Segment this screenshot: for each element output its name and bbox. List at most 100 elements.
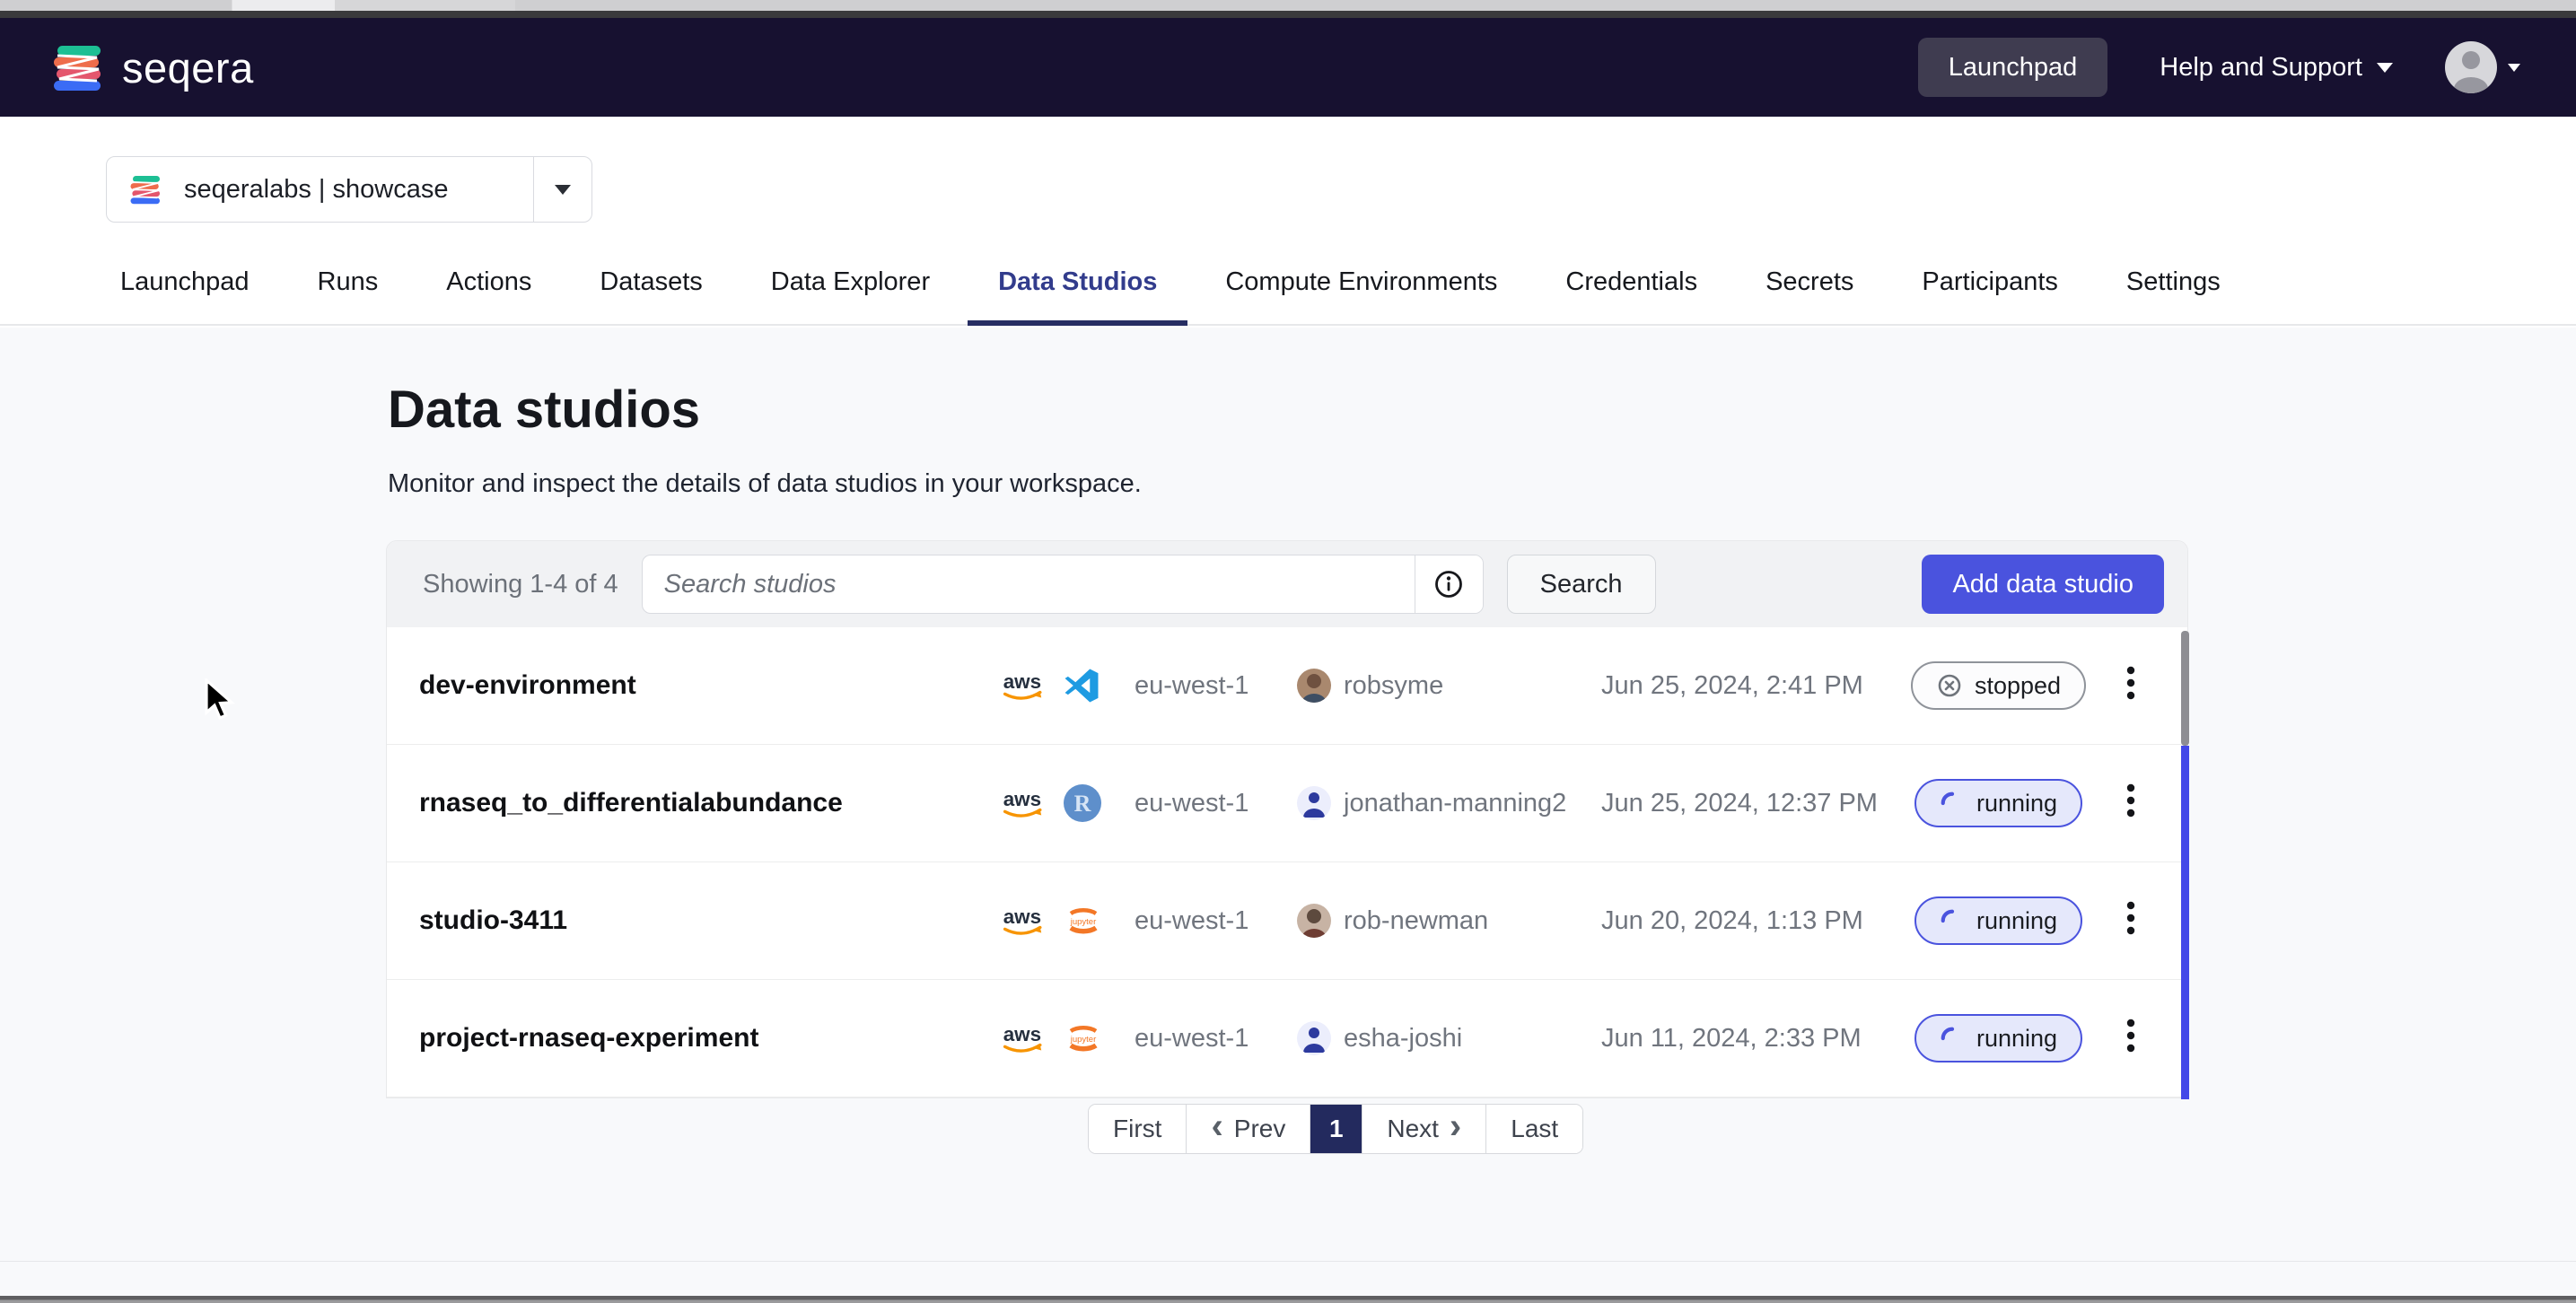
- jupyter-icon: jupyter: [1063, 900, 1104, 941]
- search-info-button[interactable]: [1415, 555, 1483, 613]
- region-label: eu-west-1: [1135, 1024, 1296, 1054]
- user-name: robsyme: [1344, 671, 1443, 701]
- row-menu-button[interactable]: [2119, 775, 2142, 832]
- workspace-dropdown-toggle[interactable]: [534, 185, 591, 195]
- tab-datasets[interactable]: Datasets: [565, 240, 736, 324]
- user-name: esha-joshi: [1344, 1024, 1462, 1054]
- workspace-label: seqeralabs | showcase: [184, 175, 448, 205]
- running-spinner-icon: [1940, 908, 1965, 933]
- user-cell: robsyme: [1296, 668, 1601, 704]
- window-chrome-bottom: [0, 1296, 2576, 1303]
- brand-wordmark: seqera: [122, 43, 254, 92]
- user-cell: rob-newman: [1296, 903, 1601, 939]
- user-generic-avatar: [1296, 785, 1332, 821]
- table-row[interactable]: project-rnaseq-experiment aws jupyter eu…: [387, 980, 2187, 1097]
- pagination-first[interactable]: First: [1089, 1105, 1187, 1153]
- status-label: stopped: [1975, 672, 2061, 700]
- user-menu[interactable]: [2445, 41, 2520, 93]
- row-menu-button[interactable]: [2119, 893, 2142, 949]
- status-label: running: [1976, 907, 2057, 935]
- chevron-down-icon: [555, 185, 571, 195]
- studio-name[interactable]: project-rnaseq-experiment: [419, 1023, 1000, 1054]
- user-name: rob-newman: [1344, 906, 1488, 936]
- header-zone: seqeralabs | showcase Launchpad Runs Act…: [0, 117, 2576, 326]
- launchpad-button[interactable]: Launchpad: [1918, 38, 2108, 97]
- row-menu-button[interactable]: [2119, 658, 2142, 714]
- kebab-icon: [2126, 783, 2135, 822]
- row-menu-button[interactable]: [2119, 1010, 2142, 1067]
- pagination-last[interactable]: Last: [1486, 1105, 1582, 1153]
- workspace-logo-icon: [128, 171, 164, 207]
- page-title: Data studios: [388, 380, 700, 440]
- tab-actions[interactable]: Actions: [412, 240, 565, 324]
- scrollbar-thumb[interactable]: [2181, 631, 2189, 746]
- tab-data-explorer[interactable]: Data Explorer: [737, 240, 964, 324]
- chevron-down-icon: [2377, 63, 2393, 73]
- avatar: [2445, 41, 2497, 93]
- region-label: eu-west-1: [1135, 789, 1296, 818]
- stopped-icon: [1936, 672, 1963, 699]
- svg-text:R: R: [1074, 791, 1091, 817]
- table-row[interactable]: studio-3411 aws jupyter eu-west-1: [387, 862, 2187, 980]
- r-icon: R: [1063, 783, 1102, 823]
- aws-icon: aws: [1000, 1021, 1050, 1055]
- svg-text:aws: aws: [1003, 905, 1041, 928]
- window-chrome-top-dark: [0, 11, 2576, 18]
- workspace-selector[interactable]: seqeralabs | showcase: [106, 156, 592, 223]
- pagination-next-label: Next: [1387, 1115, 1439, 1143]
- vscode-icon: [1063, 667, 1100, 704]
- studio-name[interactable]: rnaseq_to_differentialabundance: [419, 788, 1000, 818]
- user-photo-avatar: [1296, 903, 1332, 939]
- running-spinner-icon: [1940, 791, 1965, 816]
- pagination-page-1[interactable]: 1: [1310, 1105, 1362, 1153]
- search-button[interactable]: Search: [1507, 555, 1656, 614]
- user-cell: esha-joshi: [1296, 1020, 1601, 1056]
- help-and-support-menu[interactable]: Help and Support: [2160, 53, 2393, 83]
- table-row[interactable]: dev-environment aws eu-west-1: [387, 627, 2187, 745]
- created-date: Jun 25, 2024, 12:37 PM: [1601, 789, 1906, 818]
- studio-name[interactable]: dev-environment: [419, 670, 1000, 701]
- pagination-next[interactable]: Next ›: [1362, 1105, 1486, 1153]
- window-chrome-top: [0, 0, 2576, 11]
- tab-secrets[interactable]: Secrets: [1731, 240, 1888, 324]
- table-row[interactable]: rnaseq_to_differentialabundance aws R eu…: [387, 745, 2187, 862]
- created-date: Jun 11, 2024, 2:33 PM: [1601, 1024, 1906, 1054]
- kebab-icon: [2126, 900, 2135, 940]
- tab-credentials[interactable]: Credentials: [1531, 240, 1731, 324]
- tab-data-studios[interactable]: Data Studios: [964, 240, 1191, 324]
- search-input[interactable]: [643, 555, 1415, 613]
- svg-text:jupyter: jupyter: [1070, 917, 1097, 927]
- status-badge: running: [1914, 1014, 2082, 1063]
- svg-text:aws: aws: [1003, 788, 1041, 810]
- main-content: Data studios Monitor and inspect the det…: [0, 328, 2576, 1261]
- tab-launchpad[interactable]: Launchpad: [86, 240, 284, 324]
- tab-compute-environments[interactable]: Compute Environments: [1191, 240, 1531, 324]
- region-label: eu-west-1: [1135, 671, 1296, 701]
- showing-count: Showing 1-4 of 4: [423, 570, 618, 599]
- svg-text:aws: aws: [1003, 1023, 1041, 1045]
- help-and-support-label: Help and Support: [2160, 53, 2362, 83]
- pagination-last-label: Last: [1511, 1115, 1558, 1143]
- svg-text:aws: aws: [1003, 670, 1041, 693]
- table-toolbar: Showing 1-4 of 4 Search Add data studio: [387, 541, 2187, 627]
- tab-settings[interactable]: Settings: [2092, 240, 2255, 324]
- status-badge: stopped: [1911, 661, 2086, 710]
- status-label: running: [1976, 1025, 2057, 1053]
- workspace-tabs: Launchpad Runs Actions Datasets Data Exp…: [0, 240, 2576, 326]
- status-badge: running: [1914, 779, 2082, 827]
- footer: [0, 1261, 2576, 1296]
- seqera-logo[interactable]: seqera: [50, 39, 254, 96]
- svg-text:jupyter: jupyter: [1070, 1035, 1097, 1045]
- search-box: [642, 555, 1484, 614]
- studio-name[interactable]: studio-3411: [419, 905, 1000, 936]
- scrollbar-track[interactable]: [2181, 746, 2189, 1099]
- data-studios-table: Showing 1-4 of 4 Search Add data studio: [386, 540, 2188, 1098]
- pagination-prev[interactable]: ‹ Prev: [1187, 1105, 1310, 1153]
- tab-runs[interactable]: Runs: [284, 240, 413, 324]
- aws-icon: aws: [1000, 904, 1050, 938]
- add-data-studio-button[interactable]: Add data studio: [1922, 555, 2164, 614]
- created-date: Jun 20, 2024, 1:13 PM: [1601, 906, 1906, 936]
- tab-participants[interactable]: Participants: [1888, 240, 2092, 324]
- info-icon: [1433, 569, 1464, 599]
- created-date: Jun 25, 2024, 2:41 PM: [1601, 671, 1906, 701]
